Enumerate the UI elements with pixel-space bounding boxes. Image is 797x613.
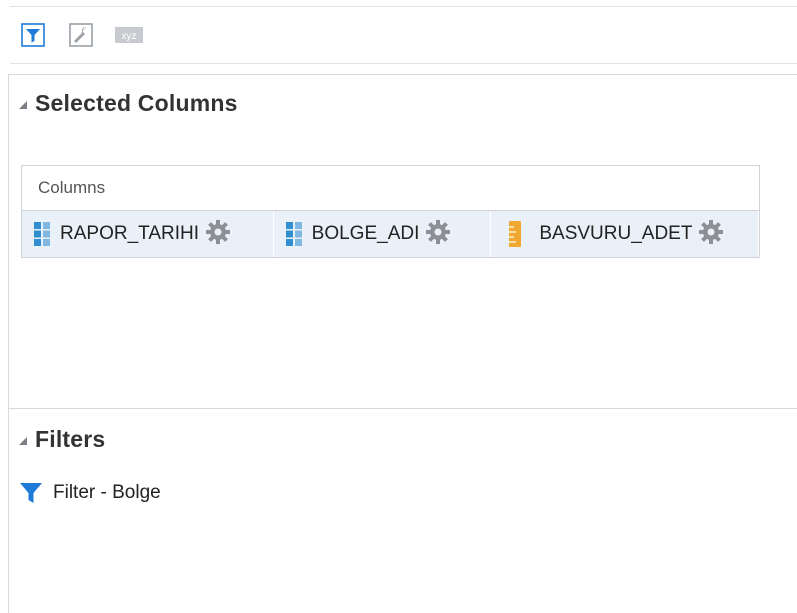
measure-column-icon [509, 221, 522, 247]
xyz-button[interactable]: xyz [114, 20, 144, 50]
column-item-basvuru-adet[interactable]: BASVURU_ADET [491, 211, 759, 257]
column-name: BASVURU_ADET [539, 223, 693, 244]
collapse-triangle-icon [19, 101, 27, 109]
filter-icon [20, 483, 42, 503]
column-item-bolge-adi[interactable]: BOLGE_ADI [273, 211, 492, 257]
columns-row: RAPOR_TARIHI BOLGE_ADI BASVURU_ADET [22, 211, 759, 257]
edit-formula-button[interactable]: f [66, 20, 96, 50]
top-divider [10, 6, 797, 7]
xyz-icon: xyz [115, 27, 143, 43]
toolbar: f xyz [10, 18, 797, 52]
columns-drop-area: Columns RAPOR_TARIHI BOLGE_ADI BASVURU_A… [21, 165, 760, 258]
column-options-gear-icon[interactable] [425, 219, 451, 250]
column-name: BOLGE_ADI [311, 223, 420, 244]
column-item-rapor-tarihi[interactable]: RAPOR_TARIHI [22, 211, 274, 257]
svg-text:f: f [80, 27, 86, 37]
collapse-triangle-icon [19, 437, 27, 445]
filters-header[interactable]: Filters [9, 409, 797, 469]
filter-item[interactable]: Filter - Bolge [9, 481, 797, 505]
filters-title: Filters [35, 425, 106, 452]
xyz-label: xyz [122, 31, 137, 42]
selected-columns-header[interactable]: Selected Columns [9, 75, 797, 131]
column-name: RAPOR_TARIHI [60, 223, 200, 244]
filter-icon [21, 23, 45, 47]
selected-columns-panel: Selected Columns Columns RAPOR_TARIHI BO… [8, 74, 797, 408]
column-options-gear-icon[interactable] [698, 219, 724, 250]
filters-panel: Filters Filter - Bolge [8, 408, 797, 613]
attribute-column-icon [34, 222, 50, 246]
filter-label: Filter - Bolge [53, 482, 161, 503]
selected-columns-title: Selected Columns [35, 89, 238, 116]
column-options-gear-icon[interactable] [205, 219, 231, 250]
filter-toolbar-button[interactable] [18, 20, 48, 50]
toolbar-divider [10, 63, 797, 64]
columns-label: Columns [22, 166, 759, 211]
edit-formula-icon: f [69, 23, 93, 47]
attribute-column-icon [285, 222, 302, 246]
